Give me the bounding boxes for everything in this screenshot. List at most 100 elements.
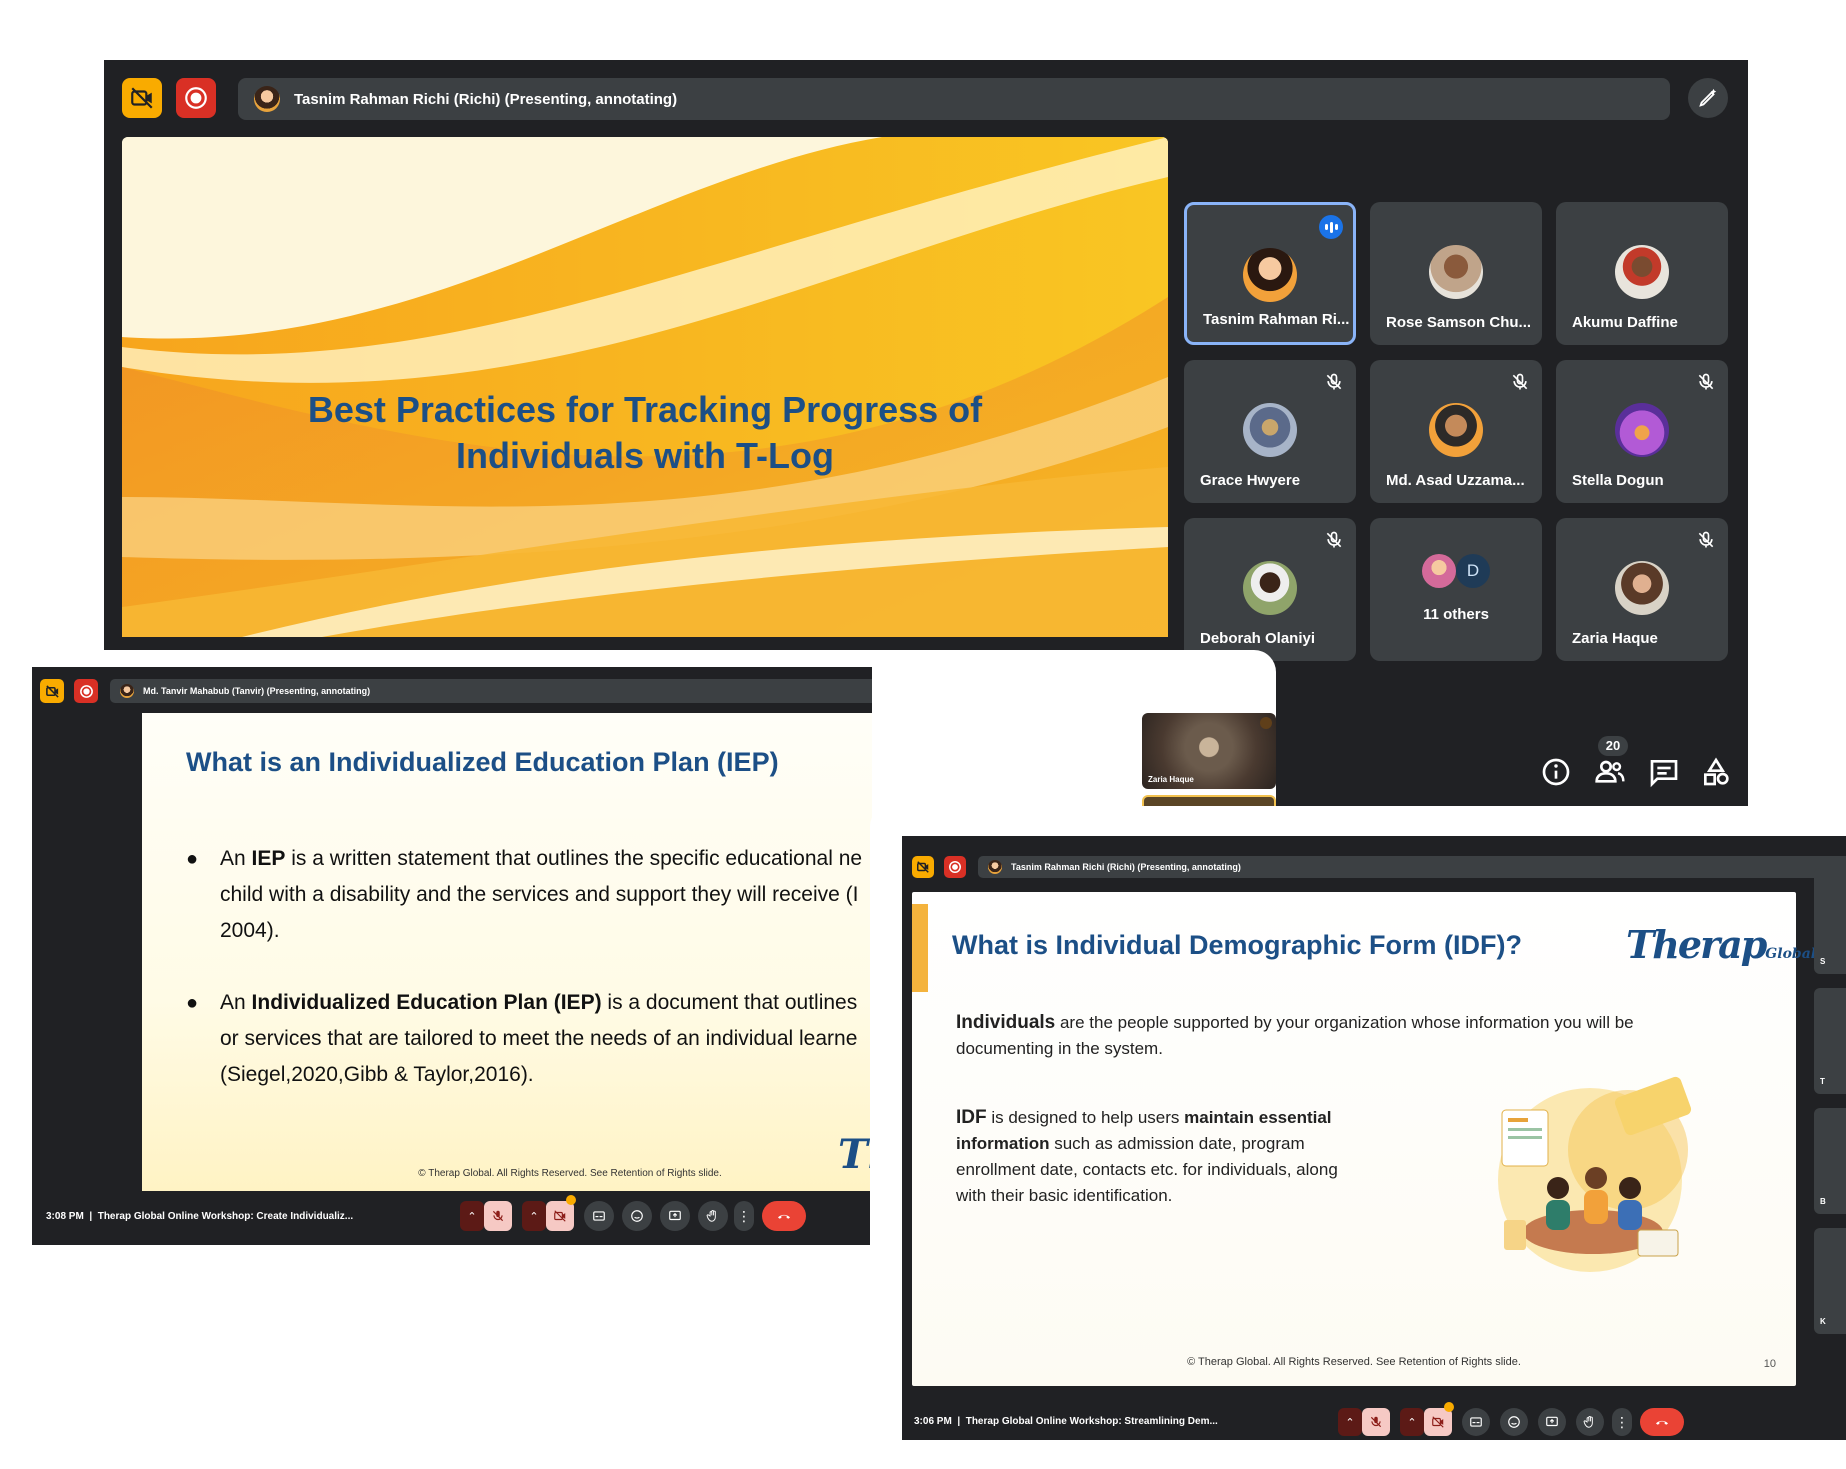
presentation-slide: What is Individual Demographic Form (IDF… xyxy=(912,892,1816,1386)
participant-name: Deborah Olaniyi xyxy=(1200,630,1316,647)
participant-name: S xyxy=(1820,957,1826,966)
participant-name: Tasnim Rahman Ri... xyxy=(1203,311,1350,328)
slide-page-number: 10 xyxy=(1763,1358,1776,1370)
presenter-label: Md. Tanvir Mahabub (Tanvir) (Presenting,… xyxy=(143,686,371,696)
annotate-pen-icon[interactable] xyxy=(1688,78,1728,118)
speaking-icon xyxy=(1319,215,1343,239)
camera-off-icon[interactable] xyxy=(40,679,64,703)
participant-tile[interactable]: Akumu Daffine xyxy=(1556,202,1728,345)
slide-footer: © Therap Global. All Rights Reserved. Se… xyxy=(1187,1356,1521,1368)
camera-icon[interactable] xyxy=(546,1201,574,1231)
slide-accent-bar xyxy=(912,904,928,992)
self-view-tile: Zaria Haque xyxy=(1142,713,1276,789)
more-icon[interactable]: ⋮ xyxy=(1612,1408,1632,1436)
participant-name: Rose Samson Chu... xyxy=(1386,314,1532,331)
record-icon[interactable] xyxy=(74,679,98,703)
participant-tile[interactable]: T xyxy=(1814,988,1846,1094)
avatar xyxy=(1615,403,1669,457)
participant-tile[interactable]: Deborah Olaniyi xyxy=(1184,518,1356,661)
participant-tile[interactable]: Tasnim Rahman Ri... xyxy=(1184,202,1356,345)
warning-badge xyxy=(1444,1402,1454,1412)
presenter-bar: Md. Tanvir Mahabub (Tanvir) (Presenting,… xyxy=(110,679,872,703)
participant-tile[interactable]: Rose Samson Chu... xyxy=(1370,202,1542,345)
avatar xyxy=(254,86,280,112)
emoji-icon[interactable] xyxy=(1500,1408,1528,1436)
avatar xyxy=(120,684,134,698)
more-icon[interactable]: ⋮ xyxy=(734,1201,754,1231)
mic-off-icon xyxy=(1260,717,1272,729)
mic-off-icon[interactable] xyxy=(484,1201,512,1231)
emoji-icon[interactable] xyxy=(622,1201,652,1231)
participant-name: T xyxy=(1820,1077,1825,1086)
participant-tile[interactable]: Md. Asad Uzzama... xyxy=(1370,360,1542,503)
chevron-up-icon[interactable]: ⌃ xyxy=(1400,1408,1424,1436)
others-label: 11 others xyxy=(1423,606,1489,623)
presentation-slide: What is an Individualized Education Plan… xyxy=(142,713,872,1191)
present-icon[interactable] xyxy=(660,1201,690,1231)
slide-title: What is an Individualized Education Plan… xyxy=(186,747,779,777)
captions-icon[interactable] xyxy=(1462,1408,1490,1436)
raise-hand-icon[interactable] xyxy=(1576,1408,1604,1436)
avatar xyxy=(1429,245,1483,299)
slide-title: Best Practices for Tracking Progress of … xyxy=(307,389,983,476)
participant-tile[interactable]: S xyxy=(1814,868,1846,974)
participant-tile[interactable]: Zaria Haque xyxy=(1556,518,1728,661)
chevron-up-icon[interactable]: ⌃ xyxy=(522,1201,546,1231)
record-icon[interactable] xyxy=(176,78,216,118)
warning-badge xyxy=(566,1195,576,1205)
meet-window-bottom: Tasnim Rahman Richi (Richi) (Presenting,… xyxy=(902,836,1846,1440)
avatar xyxy=(1243,403,1297,457)
participant-tile[interactable]: B xyxy=(1814,1108,1846,1214)
participant-tile[interactable]: K xyxy=(1814,1228,1846,1334)
slide-paragraph: Individuals are the people supported by … xyxy=(956,1012,1634,1058)
meeting-time-and-title: 3:06 PM | Therap Global Online Workshop:… xyxy=(914,1416,1218,1427)
people-count-badge: 20 xyxy=(1598,736,1628,756)
slide-footer: © Therap Global. All Rights Reserved. Se… xyxy=(418,1168,722,1179)
avatar xyxy=(1243,248,1297,302)
avatar xyxy=(1615,561,1669,615)
chat-icon[interactable] xyxy=(1648,756,1680,788)
participant-name: Akumu Daffine xyxy=(1572,314,1678,331)
mic-off-icon xyxy=(1696,372,1716,392)
avatar xyxy=(1615,245,1669,299)
activities-icon[interactable] xyxy=(1700,756,1732,788)
captions-icon[interactable] xyxy=(584,1201,614,1231)
people-icon[interactable] xyxy=(1594,756,1626,788)
chevron-up-icon[interactable]: ⌃ xyxy=(1338,1408,1362,1436)
end-call-icon[interactable] xyxy=(1640,1408,1684,1436)
participant-name: Stella Dogun xyxy=(1572,472,1664,489)
raise-hand-icon[interactable] xyxy=(698,1201,728,1231)
slide-paragraph: IDF is designed to help users maintain e… xyxy=(956,1107,1338,1205)
participant-tile[interactable]: Stella Dogun xyxy=(1556,360,1728,503)
participant-name: K xyxy=(1820,1317,1826,1326)
camera-off-icon[interactable] xyxy=(912,856,934,878)
therap-logo: TherapGlobal xyxy=(1626,922,1817,967)
mic-off-icon xyxy=(1324,530,1344,550)
avatar xyxy=(988,860,1002,874)
present-icon[interactable] xyxy=(1538,1408,1566,1436)
end-call-icon[interactable] xyxy=(762,1201,806,1231)
meeting-time-and-title: 3:08 PM | Therap Global Online Workshop:… xyxy=(46,1211,354,1222)
mic-off-icon xyxy=(1696,530,1716,550)
mic-off-icon[interactable] xyxy=(1362,1408,1390,1436)
participant-name: Md. Asad Uzzama... xyxy=(1386,472,1525,489)
avatar: D xyxy=(1456,554,1490,588)
record-icon[interactable] xyxy=(944,856,966,878)
camera-icon[interactable] xyxy=(1424,1408,1452,1436)
participant-name: Grace Hwyere xyxy=(1200,472,1301,489)
camera-off-icon[interactable] xyxy=(122,78,162,118)
chevron-up-icon[interactable]: ⌃ xyxy=(460,1201,484,1231)
slide-title: What is Individual Demographic Form (IDF… xyxy=(952,930,1523,960)
therap-logo: Th xyxy=(838,1131,872,1178)
avatar xyxy=(1243,561,1297,615)
others-tile[interactable]: D 11 others xyxy=(1370,518,1542,661)
info-icon[interactable] xyxy=(1540,756,1572,788)
participant-tile[interactable]: Grace Hwyere xyxy=(1184,360,1356,503)
presenter-label: Tasnim Rahman Richi (Richi) (Presenting,… xyxy=(1011,862,1241,872)
mic-off-icon xyxy=(1324,372,1344,392)
avatar xyxy=(1429,403,1483,457)
participant-name: Zaria Haque xyxy=(1572,630,1658,647)
presentation-slide: Best Practices for Tracking Progress of … xyxy=(122,137,1168,637)
presenter-bar: Tasnim Rahman Richi (Richi) (Presenting,… xyxy=(238,78,1670,120)
presenter-label: Tasnim Rahman Richi (Richi) (Presenting,… xyxy=(294,90,678,108)
